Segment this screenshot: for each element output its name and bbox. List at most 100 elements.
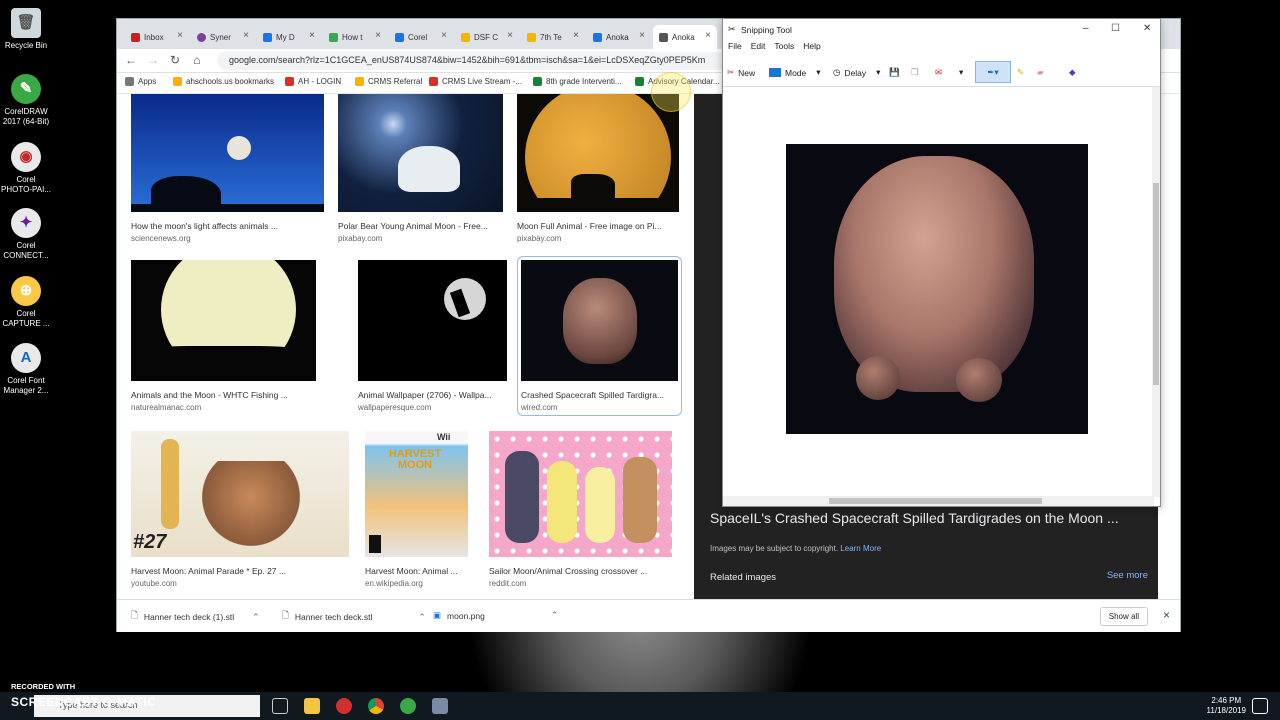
result-thumbnail[interactable] <box>338 94 503 212</box>
close-icon[interactable]: × <box>705 30 711 41</box>
menu-tools[interactable]: Tools <box>774 41 794 57</box>
tab-inbox[interactable]: Inbox × <box>125 25 189 49</box>
desktop-icon-corel-connect[interactable]: ✦ Corel CONNECT... <box>0 208 52 261</box>
result-thumbnail[interactable]: Wii HARVEST MOON <box>365 431 468 557</box>
close-icon[interactable]: × <box>573 30 579 41</box>
result-source: wired.com <box>521 403 558 412</box>
notification-icon[interactable] <box>1252 698 1268 714</box>
bookmark-apps[interactable]: Apps <box>125 77 156 86</box>
minimize-icon[interactable]: – <box>1083 23 1089 34</box>
chevron-up-icon[interactable]: ⌃ <box>418 612 426 623</box>
chevron-down-icon[interactable]: ▾ <box>816 67 820 78</box>
tab-anoka-2[interactable]: Anoka × <box>653 25 717 49</box>
highlighter-icon[interactable]: ✎ <box>1017 67 1024 78</box>
result-thumbnail[interactable] <box>521 260 678 381</box>
close-icon[interactable]: ✕ <box>1143 23 1151 34</box>
menu-edit[interactable]: Edit <box>751 41 766 57</box>
mode-icon <box>769 68 781 77</box>
result-card[interactable]: How the moon's light affects animals ...… <box>131 94 324 243</box>
result-card[interactable]: Moon Full Animal - Free image on Pi... p… <box>517 94 679 243</box>
back-arrow-icon[interactable]: ← <box>123 53 139 67</box>
maximize-icon[interactable]: ☐ <box>1111 23 1120 34</box>
result-thumbnail[interactable] <box>131 94 324 212</box>
download-item[interactable]: 🗋 Hanner tech deck (1).stl ⌃ <box>131 610 260 624</box>
url-input[interactable]: google.com/search?rlz=1C1GCEA_enUS874US8… <box>217 52 727 70</box>
new-snip-button[interactable]: ✂ New <box>727 67 755 78</box>
bookmark-ahschools[interactable]: ahschools.us bookmarks <box>173 77 274 86</box>
scrollbar-thumb[interactable] <box>829 498 1042 504</box>
close-icon[interactable]: × <box>375 30 381 41</box>
close-icon[interactable]: × <box>243 30 249 41</box>
chevron-up-icon[interactable]: ⌃ <box>252 612 260 623</box>
desktop-icon-coreldraw[interactable]: ✎ CorelDRAW 2017 (64-Bit) <box>0 74 52 127</box>
result-thumbnail[interactable] <box>489 431 672 557</box>
pen-icon[interactable]: ✒▾ <box>975 61 1011 83</box>
bookmark-ah-login[interactable]: AH - LOGIN <box>285 77 341 86</box>
chevron-up-icon[interactable]: ⌃ <box>551 610 559 621</box>
desktop-icon-corel-photo-paint[interactable]: ◉ Corel PHOTO-PAI... <box>0 142 52 195</box>
close-icon[interactable]: × <box>441 30 447 41</box>
close-icon[interactable]: × <box>309 30 315 41</box>
chrome-icon[interactable] <box>368 698 384 714</box>
delay-button[interactable]: ◷ Delay ▾ <box>833 67 880 78</box>
tab-7th-te[interactable]: 7th Te × <box>521 25 585 49</box>
desktop-icon-corel-font-manager[interactable]: A Corel Font Manager 2... <box>0 343 52 396</box>
horizontal-scrollbar[interactable] <box>723 496 1154 506</box>
result-card-selected[interactable]: Crashed Spacecraft Spilled Tardigra... w… <box>517 256 682 416</box>
tardigrade-leg <box>856 356 900 400</box>
desktop-icon-corel-capture[interactable]: ⊕ Corel CAPTURE ... <box>0 276 52 329</box>
home-icon[interactable]: ⌂ <box>189 53 205 67</box>
learn-more-link[interactable]: Learn More <box>840 544 881 553</box>
bookmark-crms-referral[interactable]: CRMS Referral <box>355 77 422 86</box>
bookmark-crms-live-stream[interactable]: CRMS Live Stream -... <box>429 77 522 86</box>
screencast-icon[interactable] <box>336 698 352 714</box>
result-thumbnail[interactable]: #27 <box>131 431 349 557</box>
result-card[interactable]: #27 Harvest Moon: Animal Parade * Ep. 27… <box>131 431 349 588</box>
coreldraw-taskbar-icon[interactable] <box>400 698 416 714</box>
result-thumbnail[interactable] <box>131 260 316 381</box>
tab-my-drive[interactable]: My D × <box>257 25 321 49</box>
task-view-icon[interactable] <box>272 698 288 714</box>
download-item[interactable]: ▣ moon.png ⌃ <box>433 610 558 621</box>
menu-file[interactable]: File <box>728 41 742 57</box>
file-explorer-icon[interactable] <box>304 698 320 714</box>
close-icon[interactable]: × <box>177 30 183 41</box>
close-icon[interactable]: × <box>1163 608 1170 622</box>
tab-dsf[interactable]: DSF C × <box>455 25 519 49</box>
mode-button[interactable]: Mode ▾ <box>769 67 821 78</box>
eraser-icon[interactable]: ▰ <box>1037 67 1044 78</box>
forward-arrow-icon[interactable]: → <box>145 53 161 67</box>
tab-anoka-1[interactable]: Anoka × <box>587 25 651 49</box>
send-snip-icon[interactable]: ✉ <box>935 67 942 78</box>
close-icon[interactable]: × <box>507 30 513 41</box>
preview-title[interactable]: SpaceIL's Crashed Spacecraft Spilled Tar… <box>710 510 1119 526</box>
chevron-down-icon[interactable]: ▾ <box>959 67 963 78</box>
result-card[interactable]: Polar Bear Young Animal Moon - Free... p… <box>338 94 503 243</box>
reload-icon[interactable]: ↻ <box>167 53 183 67</box>
system-clock[interactable]: 2:46 PM 11/18/2019 <box>1207 696 1246 716</box>
close-icon[interactable]: × <box>639 30 645 41</box>
desktop-icon-recycle-bin[interactable]: 🗑 Recycle Bin <box>0 8 52 51</box>
paint3d-icon[interactable]: ◆ <box>1069 67 1076 78</box>
tab-synergy[interactable]: Syner × <box>191 25 255 49</box>
tab-corel[interactable]: Corel × <box>389 25 453 49</box>
chevron-down-icon[interactable]: ▾ <box>876 67 880 78</box>
see-more-link[interactable]: See more <box>1107 570 1148 581</box>
result-card[interactable]: Animal Wallpaper (2706) - Wallpa... wall… <box>358 260 507 412</box>
download-item[interactable]: 🗋 Hanner tech deck.stl ⌃ <box>282 610 426 624</box>
show-all-button[interactable]: Show all <box>1099 607 1148 626</box>
snipping-tool-taskbar-icon[interactable] <box>432 698 448 714</box>
result-card[interactable]: Wii HARVEST MOON Harvest Moon: Animal ..… <box>365 431 468 588</box>
bookmark-8th-grade[interactable]: 8th grade Interventi... <box>533 77 622 86</box>
result-thumbnail[interactable] <box>517 94 679 212</box>
tab-how-to[interactable]: How t × <box>323 25 387 49</box>
vertical-scrollbar[interactable] <box>1152 87 1160 497</box>
scrollbar-thumb[interactable] <box>1153 183 1159 385</box>
result-card[interactable]: Sailor Moon/Animal Crossing crossover ..… <box>489 431 672 588</box>
result-card[interactable]: Animals and the Moon - WHTC Fishing ... … <box>131 260 316 412</box>
tab-label: How t <box>342 32 363 42</box>
result-thumbnail[interactable] <box>358 260 507 381</box>
copy-icon[interactable]: ❐ <box>911 67 919 78</box>
save-icon[interactable]: 💾 <box>889 67 900 78</box>
menu-help[interactable]: Help <box>803 41 820 57</box>
